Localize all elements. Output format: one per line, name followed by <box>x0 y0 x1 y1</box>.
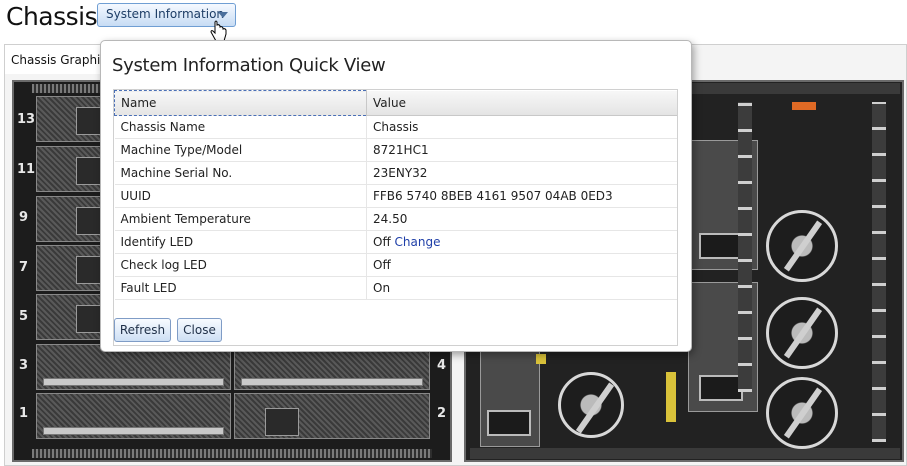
node-handle <box>43 427 224 435</box>
row-value: FFB6 5740 8BEB 4161 9507 04AB 0ED3 <box>366 184 677 208</box>
fan-module[interactable] <box>766 297 838 369</box>
bay-label-5: 5 <box>19 309 29 324</box>
bay-label-11: 11 <box>17 162 36 177</box>
fan-module[interactable] <box>766 210 838 282</box>
bay-label-1: 1 <box>19 406 29 421</box>
chevron-down-icon <box>218 12 228 18</box>
bay-label-9: 9 <box>19 210 29 225</box>
node-handle <box>43 378 224 386</box>
row-name: Ambient Temperature <box>114 207 367 231</box>
row-value: 8721HC1 <box>366 138 677 162</box>
table-row: Chassis Name Chassis <box>114 115 677 139</box>
row-value: On <box>366 276 677 300</box>
fan-module[interactable] <box>558 372 624 438</box>
row-name: Identify LED <box>114 230 367 254</box>
table-row: Ambient Temperature 24.50 <box>114 207 677 231</box>
power-socket <box>487 410 531 436</box>
table-row: Fault LED On <box>114 276 677 300</box>
power-socket <box>699 233 743 259</box>
system-information-dialog: System Information Quick View Name Value… <box>100 40 692 352</box>
compute-node-2[interactable] <box>234 393 430 439</box>
bay-label-3: 3 <box>19 358 29 373</box>
io-module-right[interactable] <box>872 102 886 442</box>
power-supply-3[interactable] <box>480 347 540 447</box>
column-header-value[interactable]: Value <box>366 90 677 116</box>
change-identify-led-link[interactable]: Change <box>395 235 441 249</box>
row-value: 24.50 <box>366 207 677 231</box>
bay-label-4: 4 <box>437 358 447 373</box>
page-title: Chassis <box>6 2 98 31</box>
bay-label-7: 7 <box>19 260 29 275</box>
rear-bottom-strip <box>470 448 900 459</box>
close-button[interactable]: Close <box>177 318 222 342</box>
status-led <box>666 372 676 422</box>
table-header-row: Name Value <box>114 90 677 116</box>
table-row: Machine Serial No. 23ENY32 <box>114 161 677 185</box>
system-info-table: Name Value Chassis Name Chassis Machine … <box>114 90 677 300</box>
node-handle <box>241 378 423 386</box>
row-name: Fault LED <box>114 276 367 300</box>
row-value: Off <box>373 235 391 249</box>
table-row: Check log LED Off <box>114 253 677 277</box>
table-row: Identify LED Off Change <box>114 230 677 254</box>
table-row: UUID FFB6 5740 8BEB 4161 9507 04AB 0ED3 <box>114 184 677 208</box>
status-led <box>536 354 546 364</box>
row-name: Chassis Name <box>114 115 367 139</box>
power-socket <box>699 375 743 401</box>
node-panel <box>265 408 299 436</box>
row-value: 23ENY32 <box>366 161 677 185</box>
row-name: UUID <box>114 184 367 208</box>
row-name: Machine Type/Model <box>114 138 367 162</box>
system-information-label: System Information <box>106 7 225 21</box>
refresh-button[interactable]: Refresh <box>114 318 171 342</box>
bay-label-2: 2 <box>437 406 447 421</box>
row-name: Check log LED <box>114 253 367 277</box>
row-value: Off <box>366 253 677 277</box>
table-row: Machine Type/Model 8721HC1 <box>114 138 677 162</box>
row-name: Machine Serial No. <box>114 161 367 185</box>
fan-module[interactable] <box>766 377 838 449</box>
column-header-name[interactable]: Name <box>114 90 367 116</box>
io-module-left[interactable] <box>738 102 752 392</box>
tab-chassis-graphical[interactable]: Chassis Graphical View <box>5 45 105 74</box>
bay-label-13: 13 <box>17 112 36 127</box>
row-value-cell: Off Change <box>366 230 677 254</box>
compute-node-1[interactable] <box>36 393 231 439</box>
dialog-title: System Information Quick View <box>112 55 386 76</box>
release-tab <box>792 102 816 110</box>
front-bottom-vent <box>32 449 432 458</box>
row-value: Chassis <box>366 115 677 139</box>
system-info-grid: Name Value Chassis Name Chassis Machine … <box>113 89 678 346</box>
